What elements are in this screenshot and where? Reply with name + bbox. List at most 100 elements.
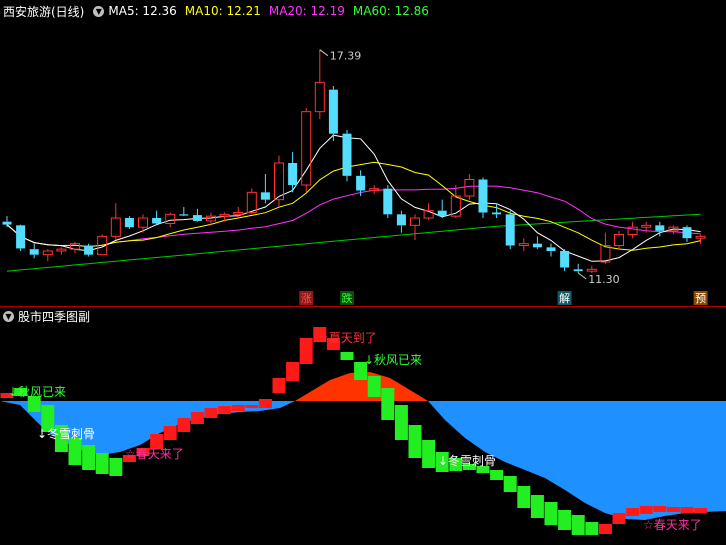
oscillator-bar: [272, 378, 286, 393]
season-annotation: ↓秋风已来: [8, 385, 66, 399]
oscillator-bar: [503, 476, 517, 492]
signal-marker: 解: [557, 291, 572, 305]
candle: [573, 263, 583, 273]
oscillator-bar: [490, 470, 504, 480]
ma20-line: [6, 185, 701, 248]
candle: [42, 249, 53, 262]
candle: [518, 238, 529, 251]
signal-marker: 涨: [299, 291, 314, 305]
low-price-label: 11.30: [588, 273, 620, 286]
season-annotation: ☆夏天到了: [318, 331, 377, 345]
oscillator-bar: [367, 376, 381, 397]
season-annotation: ↓冬雪刺骨: [37, 426, 95, 441]
candle: [124, 216, 134, 229]
svg-text:预: 预: [695, 292, 706, 305]
signal-marker: 跌: [340, 291, 354, 305]
oscillator-bar: [286, 362, 300, 381]
oscillator-bar: [394, 405, 408, 440]
title-text: 西安旅游(日线): [3, 4, 85, 19]
oscillator-bar: [530, 495, 544, 518]
candle: [56, 247, 67, 255]
candle: [260, 174, 270, 204]
svg-text:跌: 跌: [342, 291, 353, 305]
candle: [328, 86, 338, 141]
oscillator-bar: [571, 515, 585, 535]
candle: [110, 203, 121, 240]
oscillator-bar: [218, 406, 232, 414]
candle: [437, 199, 447, 218]
oscillator-panel: [0, 327, 726, 535]
candle: [192, 208, 202, 222]
oscillator-bar: [82, 445, 96, 470]
candle: [600, 232, 611, 264]
chevron-down-icon[interactable]: ▼: [3, 310, 14, 322]
candle: [152, 210, 162, 226]
candle: [29, 243, 39, 259]
ma60-label: MA60: 12.86: [352, 4, 429, 18]
chart-canvas: 17.39 11.30 涨 跌 解 预 ↓秋风已来 ↓冬雪刺骨 ☆春天来了 ☆夏天到了 ↓秋风已来…: [0, 49, 726, 535]
candle: [505, 210, 515, 250]
oscillator-bar: [694, 508, 708, 513]
candle: [16, 224, 26, 251]
signal-marker: 预: [693, 291, 708, 305]
candle: [396, 210, 406, 233]
oscillator-bar: [666, 507, 680, 512]
oscillator-bar: [204, 408, 218, 418]
season-annotation: ☆春天来了: [125, 447, 184, 461]
oscillator-bar: [245, 405, 259, 408]
candle: [560, 249, 570, 272]
oscillator-bar: [585, 522, 599, 535]
svg-text:解: 解: [559, 291, 570, 305]
candle: [614, 230, 624, 250]
candle: [70, 241, 80, 253]
oscillator-header: ▼ 股市四季图副: [0, 306, 90, 326]
oscillator-bar: [95, 453, 109, 474]
candle: [274, 155, 284, 207]
oscillator-bar: [558, 510, 572, 530]
candle: [84, 243, 94, 257]
oscillator-bar: [190, 412, 204, 424]
ma20-label: MA20: 12.19: [268, 4, 345, 18]
oscillator-bar: [408, 425, 422, 458]
candle: [2, 216, 12, 228]
oscillator-bar: [340, 352, 354, 360]
oscillator-bar: [544, 502, 558, 525]
candle: [546, 243, 556, 257]
oscillator-bar: [598, 524, 612, 534]
chevron-down-icon[interactable]: ▼: [93, 5, 105, 17]
candle: [179, 207, 189, 217]
oscillator-bar: [612, 513, 626, 524]
negative-area: [0, 401, 726, 520]
oscillator-bar: [653, 506, 667, 512]
season-annotation: ☆春天来了: [643, 518, 702, 532]
oscillator-bar: [109, 458, 123, 476]
candle: [627, 221, 638, 239]
candle: [410, 214, 420, 240]
ma5-label: MA5: 12.36: [108, 4, 177, 18]
oscillator-title: 股市四季图副: [18, 309, 91, 324]
oscillator-bar: [68, 438, 82, 465]
candle: [342, 130, 352, 182]
candle: [695, 234, 706, 244]
candle: [532, 236, 542, 250]
candle: [301, 108, 312, 193]
ma10-label: MA10: 12.21: [184, 4, 261, 18]
oscillator-bar: [299, 338, 313, 364]
oscillator-bar: [231, 405, 245, 411]
ma10-line: [6, 161, 701, 251]
oscillator-bar: [626, 508, 640, 516]
season-annotation: ↓秋风已来: [364, 353, 422, 367]
oscillator-bar: [163, 426, 177, 440]
candle: [682, 225, 692, 242]
oscillator-bar: [258, 399, 272, 408]
oscillator-bar: [639, 506, 653, 514]
candle: [314, 49, 325, 119]
oscillator-bar: [680, 507, 694, 513]
season-annotation: ↓冬雪刺骨: [438, 453, 496, 468]
oscillator-bar: [381, 388, 395, 420]
candle: [586, 265, 597, 273]
candle: [383, 185, 393, 218]
candle: [478, 177, 488, 218]
price-header: 西安旅游(日线) ▼ MA5: 12.36 MA10: 12.21 MA20: …: [0, 1, 437, 21]
price-panel: 17.39 11.30 涨 跌 解 预: [2, 49, 708, 305]
